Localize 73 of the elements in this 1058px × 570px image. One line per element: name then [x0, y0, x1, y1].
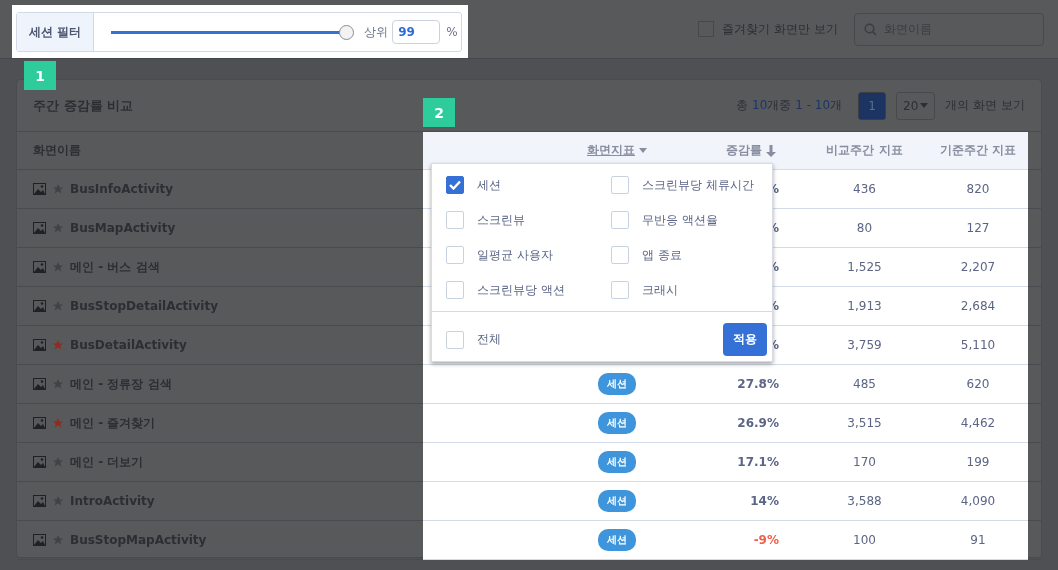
star-icon[interactable]	[52, 378, 64, 390]
image-icon[interactable]	[33, 495, 46, 507]
column-header: 기준주간 지표	[939, 142, 1017, 159]
compare-value-cell: 100	[801, 521, 928, 560]
base-value-cell: 91	[928, 521, 1028, 560]
base-value-cell: 4,462	[928, 404, 1028, 443]
base-value-cell: 2,207	[928, 248, 1028, 287]
star-icon[interactable]	[52, 417, 64, 429]
image-icon[interactable]	[33, 417, 46, 429]
checkbox[interactable]	[446, 176, 464, 194]
metric-tag: 세션	[598, 412, 636, 434]
metric-option[interactable]: 스크린뷰	[446, 211, 611, 229]
select-all-option[interactable]: 전체	[446, 330, 501, 349]
step-marker: 2	[423, 98, 455, 127]
caret-icon	[920, 103, 929, 108]
change-rate-cell: 17.1%	[701, 443, 801, 482]
base-value-cell: 127	[928, 209, 1028, 248]
apply-button[interactable]: 적용	[723, 323, 767, 356]
top-label: 상위	[364, 23, 389, 41]
metric-option[interactable]: 일평균 사용자	[446, 246, 611, 264]
star-icon[interactable]	[52, 456, 64, 468]
base-value-cell: 4,090	[928, 482, 1028, 521]
star-icon[interactable]	[52, 534, 64, 546]
base-value-cell: 2,684	[928, 287, 1028, 326]
percent-input[interactable]: 99	[392, 20, 441, 44]
metric-tag: 세션	[598, 451, 636, 473]
metric-tag: 세션	[598, 490, 636, 512]
metric-tag: 세션	[598, 529, 636, 551]
metric-option[interactable]: 스크린뷰당 액션	[446, 281, 611, 299]
change-rate-cell: 26.9%	[701, 404, 801, 443]
column-header: 비교주간 지표	[826, 142, 903, 159]
column-header[interactable]: 화면지표	[587, 142, 647, 159]
compare-value-cell: 3,588	[801, 482, 928, 521]
slider-thumb[interactable]	[339, 24, 355, 40]
image-icon[interactable]	[33, 300, 46, 312]
base-value-cell: 5,110	[928, 326, 1028, 365]
metric-tag: 세션	[598, 373, 636, 395]
column-header[interactable]: 증감률	[726, 142, 776, 159]
star-icon[interactable]	[52, 261, 64, 273]
image-icon[interactable]	[33, 534, 46, 546]
star-icon[interactable]	[52, 495, 64, 507]
compare-value-cell: 1,525	[801, 248, 928, 287]
image-icon[interactable]	[33, 456, 46, 468]
star-icon[interactable]	[52, 183, 64, 195]
compare-value-cell: 436	[801, 170, 928, 209]
change-rate-cell: -9%	[701, 521, 801, 560]
change-rate-cell: 27.8%	[701, 365, 801, 404]
filter-label: 세션 필터	[17, 13, 95, 51]
compare-value-cell: 485	[801, 365, 928, 404]
base-value-cell: 620	[928, 365, 1028, 404]
percent-unit: %	[446, 25, 458, 39]
compare-value-cell: 1,913	[801, 287, 928, 326]
base-value-cell: 199	[928, 443, 1028, 482]
step-marker: 1	[24, 61, 56, 90]
caret-icon	[639, 148, 647, 153]
compare-value-cell: 3,515	[801, 404, 928, 443]
base-value-cell: 820	[928, 170, 1028, 209]
page-button[interactable]: 1	[858, 91, 887, 120]
image-icon[interactable]	[33, 378, 46, 390]
image-icon[interactable]	[33, 222, 46, 234]
compare-value-cell: 80	[801, 209, 928, 248]
image-icon[interactable]	[33, 261, 46, 273]
search-icon	[864, 22, 877, 36]
image-icon[interactable]	[33, 339, 46, 351]
compare-value-cell: 3,759	[801, 326, 928, 365]
star-icon[interactable]	[52, 222, 64, 234]
star-icon[interactable]	[52, 300, 64, 312]
arrow-down-icon	[766, 144, 776, 157]
image-icon[interactable]	[33, 183, 46, 195]
star-icon[interactable]	[52, 339, 64, 351]
metric-option[interactable]: 세션	[446, 176, 611, 194]
change-rate-cell: 14%	[701, 482, 801, 521]
compare-value-cell: 170	[801, 443, 928, 482]
